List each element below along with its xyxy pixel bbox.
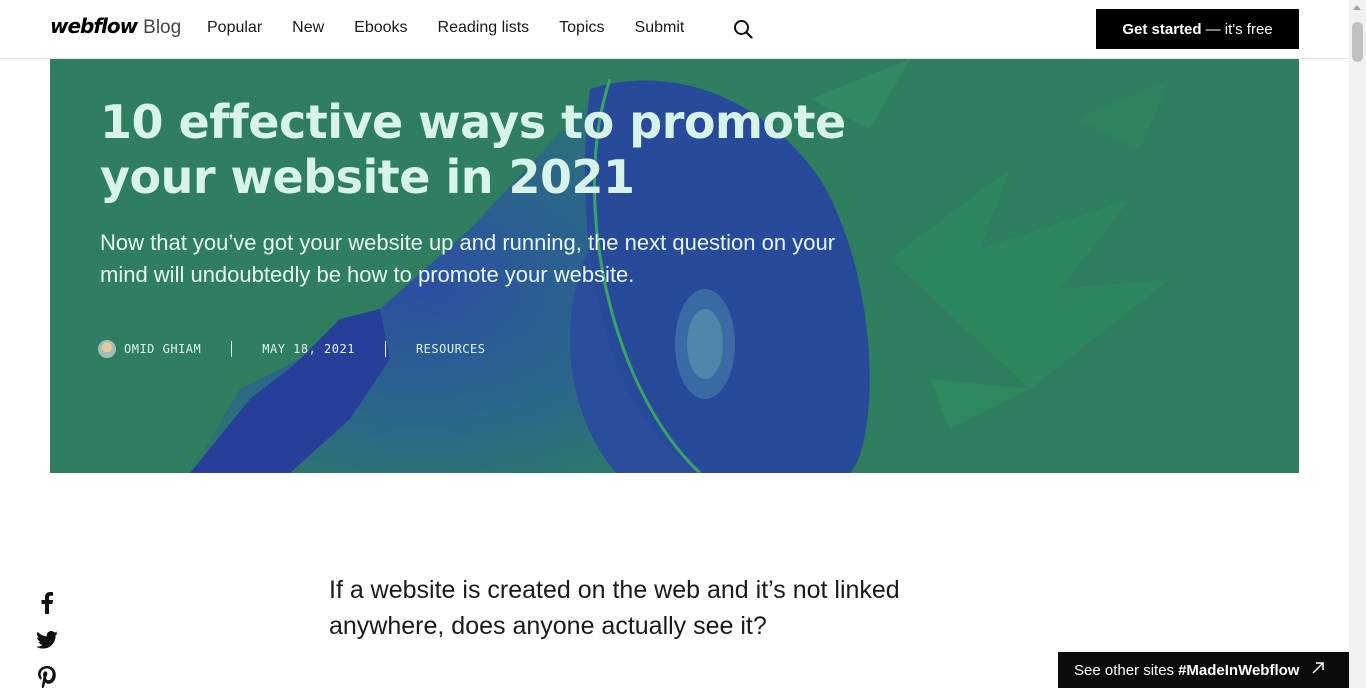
author-name[interactable]: OMID GHIAM — [124, 342, 201, 356]
logo-wordmark: webflow — [50, 14, 138, 38]
article-intro: If a website is created on the web and i… — [329, 576, 900, 640]
author-avatar — [98, 340, 116, 358]
category-link[interactable]: RESOURCES — [416, 342, 486, 356]
facebook-icon[interactable] — [36, 592, 58, 614]
nav-new[interactable]: New — [292, 18, 324, 38]
nav-popular[interactable]: Popular — [207, 18, 262, 38]
article-subtitle: Now that you’ve got your website up and … — [100, 230, 836, 287]
nav-submit[interactable]: Submit — [635, 18, 685, 38]
scroll-thumb[interactable] — [1352, 22, 1363, 62]
external-arrow-icon — [1311, 661, 1325, 679]
article-meta: OMID GHIAM MAY 18, 2021 RESOURCES — [98, 340, 485, 358]
nav-ebooks[interactable]: Ebooks — [354, 18, 407, 38]
made-in-webflow-badge[interactable]: See other sites #MadeInWebflow — [1058, 652, 1349, 688]
logo-blog-label: Blog — [143, 17, 182, 38]
nav-topics[interactable]: Topics — [559, 18, 604, 38]
pinterest-icon[interactable] — [36, 666, 58, 688]
cta-label-strong: Get started — [1122, 20, 1202, 38]
get-started-button[interactable]: Get started — it's free — [1096, 9, 1299, 49]
webflow-blog-logo[interactable]: webflow Blog — [50, 14, 181, 42]
nav-reading-lists[interactable]: Reading lists — [438, 18, 530, 38]
social-share-bar — [36, 592, 58, 688]
twitter-icon[interactable] — [36, 629, 58, 651]
article-title: 10 effective ways to promote your websit… — [100, 95, 846, 204]
publish-date: MAY 18, 2021 — [262, 342, 355, 356]
badge-tag: #MadeInWebflow — [1178, 661, 1300, 679]
hero-banner: 10 effective ways to promote your websit… — [50, 59, 1299, 473]
main-nav: Popular New Ebooks Reading lists Topics … — [207, 18, 714, 38]
site-header: webflow Blog Popular New Ebooks Reading … — [0, 0, 1349, 59]
page-scrollbar[interactable] — [1349, 0, 1366, 688]
meta-divider — [384, 341, 386, 357]
meta-divider — [231, 341, 233, 357]
scroll-up-arrow[interactable] — [1353, 5, 1361, 10]
search-icon[interactable] — [731, 17, 755, 41]
badge-prefix: See other sites — [1074, 661, 1175, 679]
cta-label-rest: — it's free — [1205, 20, 1273, 38]
